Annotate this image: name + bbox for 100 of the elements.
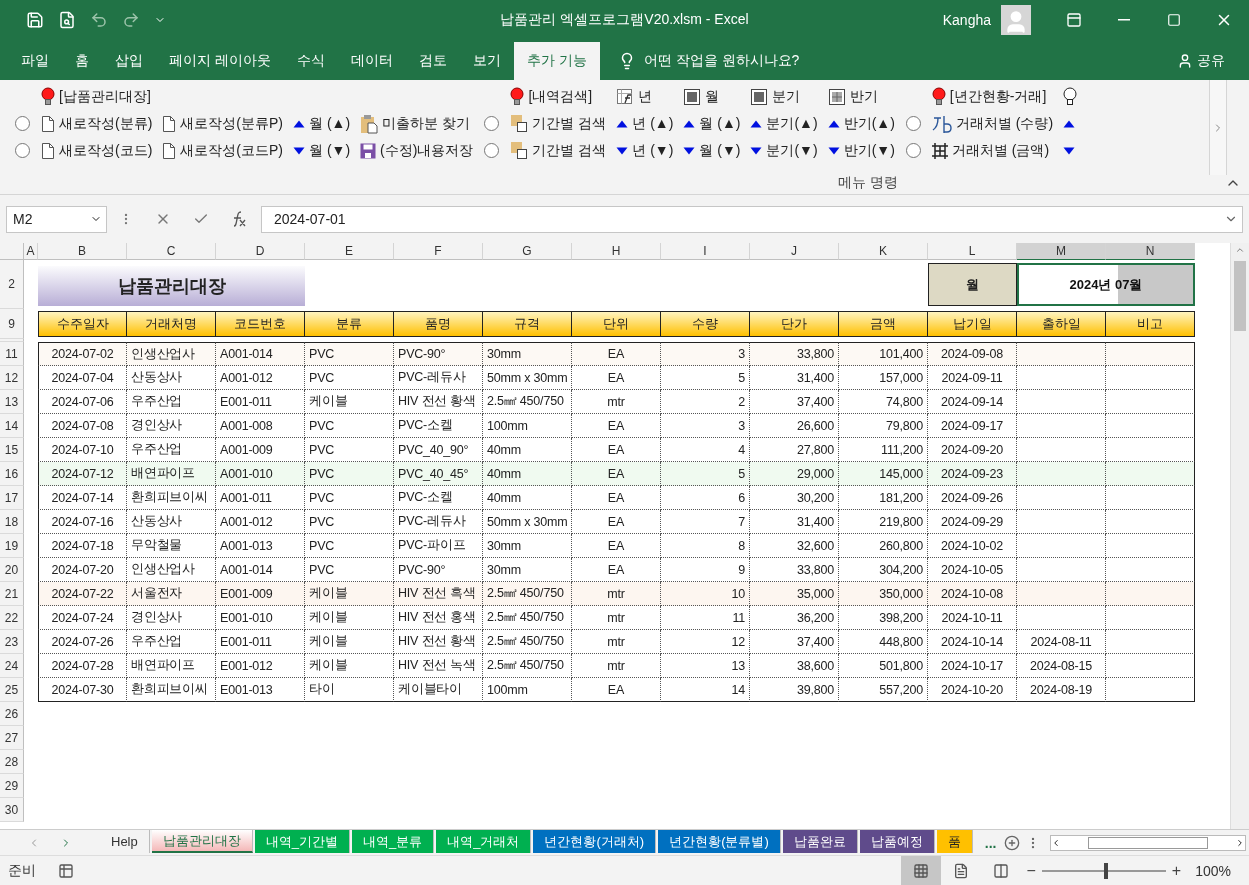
row-header[interactable]: 16 [0, 462, 24, 486]
name-box[interactable]: M2 [6, 205, 107, 233]
column-header[interactable]: M [1017, 243, 1106, 260]
column-header[interactable]: H [572, 243, 661, 260]
ribbon-button[interactable]: [납품관리대장] [39, 84, 153, 109]
menu-tab[interactable]: 검토 [405, 42, 460, 80]
vertical-scrollbar[interactable] [1230, 243, 1249, 829]
row-header[interactable]: 19 [0, 534, 24, 558]
column-header[interactable]: K [839, 243, 928, 260]
column-header[interactable]: E [305, 243, 394, 260]
sheet-tab[interactable]: 년간현황(분류별) [658, 830, 781, 853]
ribbon-button[interactable]: 분기(▼) [748, 138, 820, 163]
row-header[interactable]: 27 [0, 726, 24, 750]
print-preview-icon[interactable] [58, 11, 76, 29]
ribbon-button[interactable]: 년 (▼) [614, 138, 676, 163]
radio-button[interactable] [15, 116, 30, 131]
column-header[interactable]: A [24, 243, 38, 260]
undo-icon[interactable] [90, 11, 108, 29]
ribbon-button[interactable]: 년 [614, 84, 655, 109]
row-header[interactable]: 15 [0, 438, 24, 462]
row-header[interactable]: 23 [0, 630, 24, 654]
ribbon-button[interactable]: 월 (▼) [681, 138, 743, 163]
menu-tab[interactable]: 파일 [8, 42, 62, 80]
column-header[interactable]: J [750, 243, 839, 260]
column-header[interactable]: F [394, 243, 483, 260]
column-header[interactable]: I [661, 243, 750, 260]
row-header[interactable]: 20 [0, 558, 24, 582]
ribbon-button[interactable]: 미출하분 찾기 [358, 111, 472, 136]
ribbon-button[interactable]: 거래처별 (수량) [929, 111, 1056, 136]
radio-button[interactable] [905, 143, 921, 158]
menu-tab[interactable]: 페이지 레이아웃 [156, 42, 284, 80]
ribbon-button[interactable]: 월 (▲) [681, 111, 743, 136]
ribbon-button[interactable]: 월 (▲) [291, 111, 353, 136]
row-header[interactable]: 18 [0, 510, 24, 534]
month-value-cell[interactable]: 2024년 07월 [1017, 263, 1195, 306]
ribbon-button[interactable]: 반기(▲) [825, 111, 897, 136]
sheet-tab[interactable]: 품 [936, 830, 973, 853]
select-all-corner[interactable] [0, 243, 24, 260]
ribbon-button[interactable]: 년 (▲) [614, 111, 676, 136]
menu-tab[interactable]: 수식 [283, 42, 338, 80]
ribbon-button[interactable]: 새로작성(코드P) [160, 138, 285, 163]
ribbon-button[interactable]: 거래처별 (금액) [929, 138, 1052, 163]
row-header[interactable]: 9 [0, 309, 24, 339]
zoom-thumb[interactable] [1103, 862, 1108, 879]
ribbon-button[interactable]: 월 (▼) [291, 138, 353, 163]
ribbon-button[interactable]: [내역검색] [508, 84, 595, 109]
row-header[interactable]: 13 [0, 390, 24, 414]
menu-tab[interactable]: 데이터 [337, 42, 406, 80]
redo-icon[interactable] [122, 11, 140, 29]
zoom-in-button[interactable]: + [1165, 861, 1188, 880]
sheet-tab[interactable]: 납품예정 [859, 830, 935, 853]
sheet-tab[interactable]: 년간현황(거래처) [533, 830, 657, 853]
ribbon-button[interactable]: 분기 [748, 84, 803, 109]
row-header[interactable]: 22 [0, 606, 24, 630]
row-header[interactable]: 14 [0, 414, 24, 438]
row-header[interactable]: 26 [0, 702, 24, 726]
ribbon-button[interactable]: 새로작성(분류P) [160, 111, 285, 136]
row-header[interactable]: 25 [0, 678, 24, 702]
column-header[interactable]: G [483, 243, 572, 260]
column-header[interactable]: N [1106, 243, 1195, 260]
formula-field[interactable]: 2024-07-01 [261, 205, 1243, 233]
row-header[interactable]: 17 [0, 486, 24, 510]
ribbon-button[interactable]: [년간현황-거래] [929, 84, 1049, 109]
share-button[interactable]: 공유 [1171, 42, 1231, 80]
add-sheet-icon[interactable] [1004, 834, 1021, 851]
menu-tab[interactable]: 삽입 [102, 42, 156, 80]
scroll-up-icon[interactable] [1235, 245, 1245, 255]
ribbon-button[interactable]: 기간별 검색 [508, 111, 609, 136]
radio-button[interactable] [484, 116, 500, 131]
tell-me-search[interactable]: 어떤 작업을 원하시나요? [613, 42, 804, 80]
ribbon-button[interactable]: 월 [681, 84, 722, 109]
sheet-tab[interactable]: 납품관리대장 [151, 830, 253, 853]
function-icon[interactable] [231, 211, 247, 227]
radio-button[interactable] [15, 143, 30, 158]
radio-button[interactable] [484, 143, 500, 158]
sheet-tab[interactable]: 납품완료 [782, 830, 858, 853]
column-header[interactable]: B [38, 243, 127, 260]
normal-view-button[interactable] [900, 856, 941, 885]
row-header[interactable]: 11 [0, 342, 24, 366]
menu-tab[interactable]: 보기 [459, 42, 514, 80]
radio-button[interactable] [905, 116, 921, 131]
more-sheets-button[interactable]: ... [984, 834, 997, 851]
save-icon[interactable] [26, 11, 44, 29]
ribbon-button[interactable]: 기간별 검색 [508, 138, 609, 163]
zoom-out-button[interactable]: − [1020, 861, 1042, 880]
scroll-thumb[interactable] [1088, 836, 1209, 849]
row-header[interactable]: 30 [0, 798, 24, 822]
scroll-thumb[interactable] [1234, 261, 1246, 331]
menu-tab[interactable]: 추가 기능 [513, 42, 600, 80]
row-header[interactable]: 21 [0, 582, 24, 606]
ribbon-button[interactable]: 새로작성(분류) [39, 111, 155, 136]
ribbon-button[interactable]: 반기 [825, 84, 880, 109]
row-header[interactable]: 28 [0, 750, 24, 774]
ribbon-button[interactable]: 새로작성(코드) [39, 138, 155, 163]
row-header[interactable]: 24 [0, 654, 24, 678]
row-header[interactable]: 2 [0, 260, 24, 309]
ribbon-button[interactable]: (수정)내용저장 [358, 138, 476, 163]
menu-tab[interactable]: 홈 [62, 42, 102, 80]
column-header[interactable]: D [216, 243, 305, 260]
ribbon-button[interactable]: 분기(▲) [748, 111, 820, 136]
